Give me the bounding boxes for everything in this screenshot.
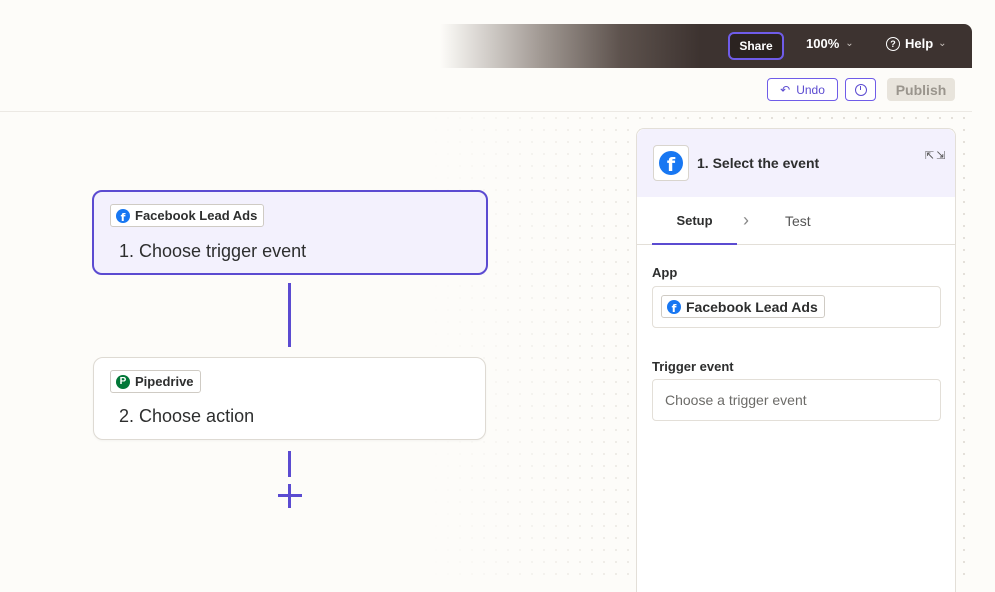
help-dropdown[interactable]: ? Help ⌄ [886, 36, 947, 51]
panel-header: f 1. Select the event ⇱⇲ [637, 129, 955, 197]
step-title: 2. Choose action [119, 406, 255, 426]
facebook-icon: f [659, 151, 683, 175]
publish-button[interactable]: Publish [887, 78, 955, 101]
trigger-step-card[interactable]: f Facebook Lead Ads 1. Choose trigger ev… [92, 190, 488, 275]
panel-title: 1. Select the event [697, 155, 820, 171]
history-icon [854, 83, 867, 96]
tab-setup[interactable]: Setup [652, 197, 737, 245]
version-history-button[interactable] [845, 78, 876, 101]
app-name: Pipedrive [135, 374, 194, 389]
trigger-event-placeholder: Choose a trigger event [665, 392, 807, 408]
panel-app-icon: f [653, 145, 689, 181]
trigger-event-label: Trigger event [652, 359, 734, 374]
pipedrive-icon: P [116, 374, 130, 389]
editor-toolbar: ↶ Undo Publish [0, 68, 972, 112]
step-connector [288, 451, 291, 477]
share-button[interactable]: Share [728, 32, 784, 60]
app-name: Facebook Lead Ads [686, 298, 818, 315]
app-badge: f Facebook Lead Ads [661, 295, 825, 318]
step-config-panel: f 1. Select the event ⇱⇲ Setup › Test Ap… [636, 128, 956, 592]
zoom-dropdown[interactable]: 100% ⌄ [806, 36, 854, 51]
facebook-icon: f [116, 208, 130, 223]
undo-icon: ↶ [780, 82, 791, 97]
app-name: Facebook Lead Ads [135, 208, 258, 223]
undo-button[interactable]: ↶ Undo [767, 78, 838, 101]
undo-label: Undo [796, 82, 825, 97]
chevron-right-icon: › [743, 210, 749, 230]
tab-test[interactable]: Test [785, 213, 811, 229]
add-step-button[interactable] [278, 484, 302, 508]
help-label: Help [905, 36, 934, 51]
app-field-label: App [652, 265, 678, 280]
help-icon: ? [886, 36, 900, 51]
chevron-down-icon: ⌄ [845, 38, 854, 49]
facebook-icon: f [667, 299, 681, 314]
top-bar: Share 100% ⌄ ? Help ⌄ [0, 24, 972, 68]
zoom-label: 100% [806, 36, 840, 51]
expand-icon[interactable]: ⇱⇲ [925, 151, 945, 167]
panel-tabs: Setup › Test [637, 197, 955, 245]
app-badge: P Pipedrive [110, 370, 201, 393]
step-connector [288, 283, 291, 347]
app-field[interactable]: f Facebook Lead Ads [652, 286, 941, 328]
trigger-event-select[interactable]: Choose a trigger event [652, 379, 941, 421]
step-title: 1. Choose trigger event [119, 241, 307, 261]
action-step-card[interactable]: P Pipedrive 2. Choose action [93, 357, 486, 440]
chevron-down-icon: ⌄ [938, 38, 947, 49]
app-badge: f Facebook Lead Ads [110, 204, 265, 227]
